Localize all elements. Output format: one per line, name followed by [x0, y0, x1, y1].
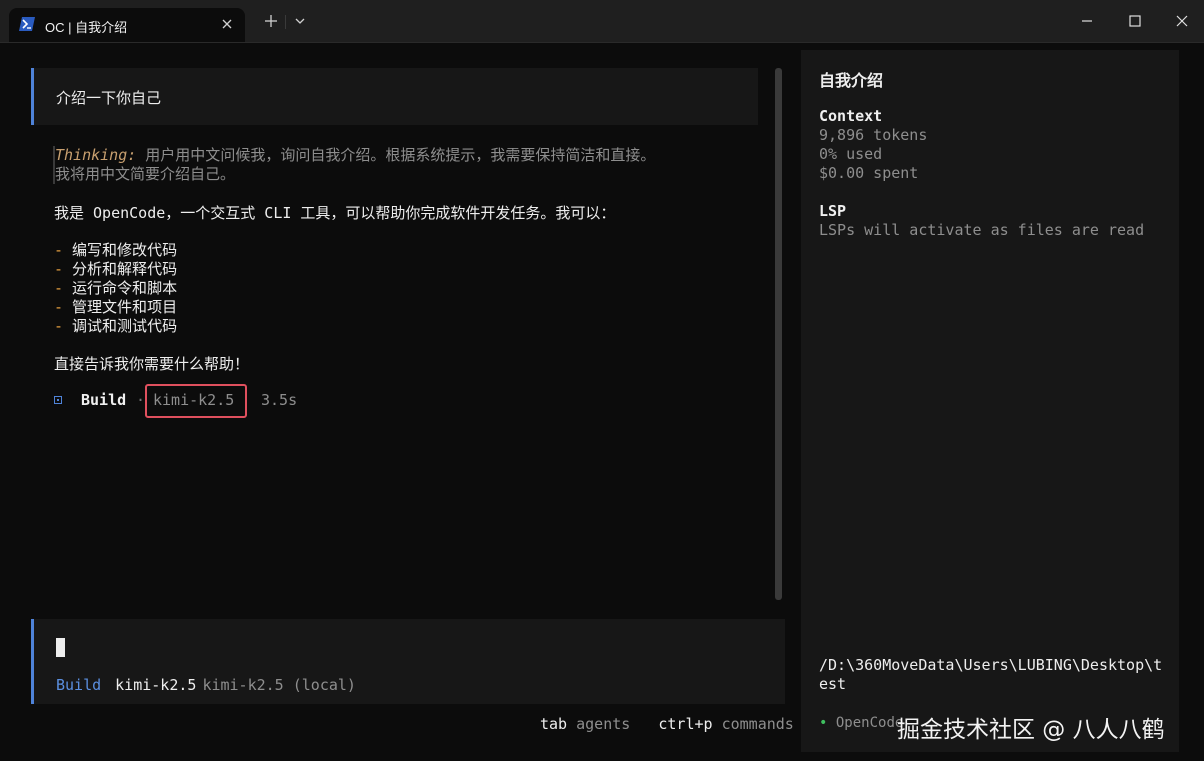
- model-highlight-box: [145, 384, 247, 418]
- text-cursor: [56, 638, 65, 657]
- title-bar: OC | 自我介绍: [0, 0, 1204, 43]
- square-icon: [54, 396, 62, 404]
- user-message-text: 介绍一下你自己: [56, 89, 162, 107]
- scrollbar[interactable]: [775, 68, 782, 600]
- reply-closing: 直接告诉我你需要什么帮助！: [54, 355, 250, 373]
- lsp-heading: LSP: [819, 202, 847, 220]
- close-window-icon[interactable]: [1173, 12, 1191, 30]
- separator-dot: ·: [136, 391, 146, 409]
- context-spent: $0.00 spent: [819, 164, 919, 182]
- session-title: 自我介绍: [819, 71, 884, 90]
- prompt-agent[interactable]: Build: [56, 676, 101, 694]
- list-item: - 调试和测试代码: [54, 317, 178, 335]
- divider: [285, 15, 286, 29]
- list-item: - 分析和解释代码: [54, 260, 178, 278]
- user-message: 介绍一下你自己: [31, 68, 758, 125]
- working-directory: /D:\360MoveData\Users\LUBING\Desktop\tes…: [819, 656, 1163, 693]
- context-heading: Context: [819, 107, 883, 125]
- thinking-text-2: 我将用中文简要介绍自己。: [55, 165, 236, 183]
- shortcut-tab-desc: agents: [576, 715, 631, 733]
- shortcut-hints: tab agents ctrl+p commands: [540, 715, 794, 733]
- shortcut-cmd-desc: commands: [721, 715, 794, 733]
- status-line: • OpenCode: [819, 715, 903, 731]
- prompt-provider: kimi-k2.5 (local): [202, 676, 356, 694]
- reply-intro: 我是 OpenCode，一个交互式 CLI 工具，可以帮助你完成软件开发任务。我…: [54, 204, 616, 222]
- prompt-input[interactable]: Build kimi-k2.5 kimi-k2.5 (local): [31, 619, 785, 704]
- thinking-block: Thinking: 用户用中文问候我，询问自我介绍。根据系统提示，我需要保持简洁…: [53, 146, 765, 184]
- shortcut-cmd-key: ctrl+p: [658, 715, 713, 733]
- powershell-icon: [19, 17, 35, 31]
- list-item: - 运行命令和脚本: [54, 279, 178, 297]
- build-agent: Build: [81, 391, 127, 409]
- tab-active[interactable]: OC | 自我介绍: [9, 8, 245, 42]
- context-used: 0% used: [819, 145, 883, 163]
- list-item: - 编写和修改代码: [54, 241, 178, 259]
- watermark: 掘金技术社区 @ 八人八鹤: [897, 717, 1165, 743]
- chevron-down-icon[interactable]: [291, 12, 309, 30]
- status-dot-icon: •: [819, 715, 828, 731]
- context-tokens: 9,896 tokens: [819, 126, 928, 144]
- shortcut-tab-key: tab: [540, 715, 568, 733]
- tab-title: OC | 自我介绍: [45, 20, 128, 35]
- list-item: - 管理文件和项目: [54, 298, 178, 316]
- minimize-icon[interactable]: [1078, 12, 1096, 30]
- build-duration: 3.5s: [261, 391, 298, 409]
- session-sidebar: 自我介绍 Context 9,896 tokens 0% used $0.00 …: [801, 50, 1179, 752]
- plus-icon[interactable]: [262, 12, 280, 30]
- thinking-label: Thinking:: [55, 146, 137, 164]
- thinking-text-1: 用户用中文问候我，询问自我介绍。根据系统提示，我需要保持简洁和直接。: [136, 146, 656, 164]
- lsp-text: LSPs will activate as files are read: [819, 221, 1145, 239]
- prompt-footer: Build kimi-k2.5 kimi-k2.5 (local): [56, 676, 356, 694]
- maximize-icon[interactable]: [1126, 12, 1144, 30]
- prompt-model[interactable]: kimi-k2.5: [115, 676, 196, 694]
- close-icon[interactable]: [219, 16, 235, 32]
- status-text: OpenCode: [835, 715, 904, 731]
